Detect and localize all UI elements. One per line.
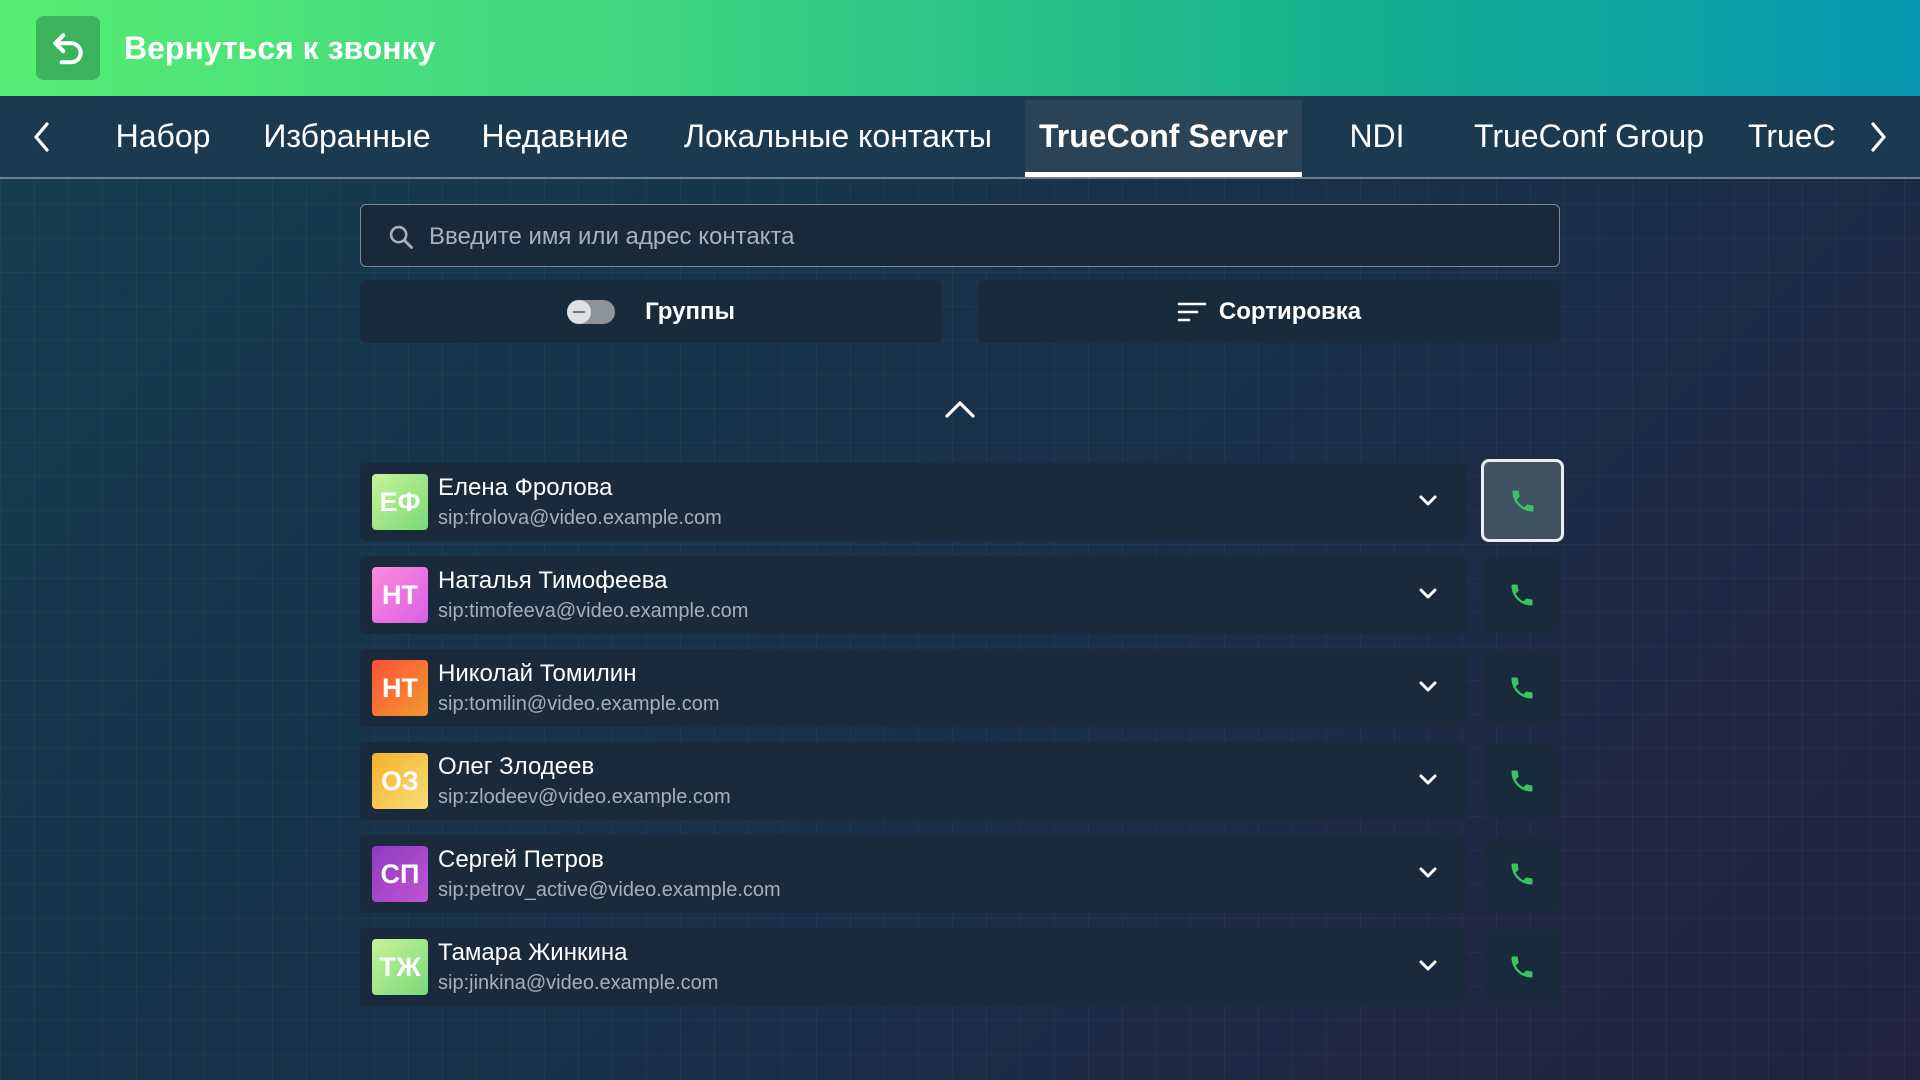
tab-trueconf-server[interactable]: TrueConf Server <box>1025 100 1302 177</box>
avatar: НТ <box>372 660 428 716</box>
avatar: ОЗ <box>372 753 428 809</box>
contact-row[interactable]: НТ Наталья Тимофеева sip:timofeeva@video… <box>360 556 1467 634</box>
contact-row[interactable]: ОЗ Олег Злодеев sip:zlodeev@video.exampl… <box>360 742 1467 820</box>
tab-ndi[interactable]: NDI <box>1342 96 1412 177</box>
search-box <box>360 204 1560 268</box>
tab-favorites[interactable]: Избранные <box>258 96 436 177</box>
tab-bar: Набор Избранные Недавние Локальные конта… <box>0 96 1920 179</box>
top-bar: Вернуться к звонку <box>0 0 1920 96</box>
return-to-call-button[interactable] <box>36 16 100 80</box>
contact-address: sip:jinkina@video.example.com <box>438 972 719 994</box>
contact-row[interactable]: СП Сергей Петров sip:petrov_active@video… <box>360 835 1467 913</box>
tab-truec[interactable]: TrueC <box>1748 96 1836 177</box>
tab-dial[interactable]: Набор <box>108 96 218 177</box>
search-icon <box>389 225 413 249</box>
contact-row[interactable]: ТЖ Тамара Жинкина sip:jinkina@video.exam… <box>360 928 1467 1006</box>
call-button[interactable] <box>1484 557 1560 633</box>
contact-name: Сергей Петров <box>438 846 604 873</box>
contact-address: sip:petrov_active@video.example.com <box>438 879 781 901</box>
chevron-up-icon <box>945 401 975 418</box>
toggle-knob <box>567 299 592 324</box>
tab-recent[interactable]: Недавние <box>476 96 634 177</box>
collapse-button[interactable] <box>943 398 977 427</box>
contact-name: Наталья Тимофеева <box>438 567 668 594</box>
avatar: ЕФ <box>372 474 428 530</box>
phone-icon <box>1511 584 1533 606</box>
contact-address: sip:timofeeva@video.example.com <box>438 600 749 622</box>
contact-address: sip:frolova@video.example.com <box>438 507 722 529</box>
chevron-down-icon[interactable] <box>1415 767 1441 793</box>
avatar: ТЖ <box>372 939 428 995</box>
contact-address: sip:tomilin@video.example.com <box>438 693 720 715</box>
groups-toggle[interactable] <box>567 299 616 324</box>
tab-trueconf-group[interactable]: TrueConf Group <box>1470 96 1708 177</box>
return-to-call-title[interactable]: Вернуться к звонку <box>124 30 435 67</box>
phone-icon <box>1511 677 1533 699</box>
sort-label: Сортировка <box>1218 297 1362 325</box>
chevron-down-icon[interactable] <box>1415 674 1441 700</box>
call-button[interactable] <box>1484 929 1560 1005</box>
chevron-left-icon <box>34 121 49 152</box>
tabs-scroll-left-button[interactable] <box>0 96 84 177</box>
contact-address: sip:zlodeev@video.example.com <box>438 786 731 808</box>
contact-row[interactable]: ЕФ Елена Фролова sip:frolova@video.examp… <box>360 463 1467 541</box>
groups-toggle-button[interactable]: Группы <box>360 280 942 343</box>
sort-icon <box>1177 302 1207 321</box>
contact-name: Тамара Жинкина <box>438 939 628 966</box>
chevron-down-icon[interactable] <box>1415 581 1441 607</box>
call-button[interactable] <box>1484 836 1560 912</box>
call-button[interactable] <box>1481 459 1564 542</box>
tab-local-contacts[interactable]: Локальные контакты <box>674 96 1002 177</box>
chevron-down-icon[interactable] <box>1415 860 1441 886</box>
avatar: НТ <box>372 567 428 623</box>
contact-name: Николай Томилин <box>438 660 637 687</box>
phone-icon <box>1512 490 1533 511</box>
phone-icon <box>1511 956 1533 978</box>
sort-button[interactable]: Сортировка <box>978 280 1560 343</box>
contact-name: Елена Фролова <box>438 474 613 501</box>
contact-name: Олег Злодеев <box>438 753 595 780</box>
groups-label: Группы <box>645 297 735 325</box>
tabs-scroll-right-button[interactable] <box>1836 96 1920 177</box>
contact-row[interactable]: НТ Николай Томилин sip:tomilin@video.exa… <box>360 649 1467 727</box>
chevron-down-icon[interactable] <box>1415 953 1441 979</box>
phone-icon <box>1511 863 1533 885</box>
phone-icon <box>1511 770 1533 792</box>
chevron-right-icon <box>1871 121 1886 152</box>
avatar: СП <box>372 846 428 902</box>
undo-arrow-icon <box>53 33 83 65</box>
search-input[interactable] <box>427 205 1531 268</box>
call-button[interactable] <box>1484 650 1560 726</box>
chevron-down-icon[interactable] <box>1415 488 1441 514</box>
call-button[interactable] <box>1484 743 1560 819</box>
